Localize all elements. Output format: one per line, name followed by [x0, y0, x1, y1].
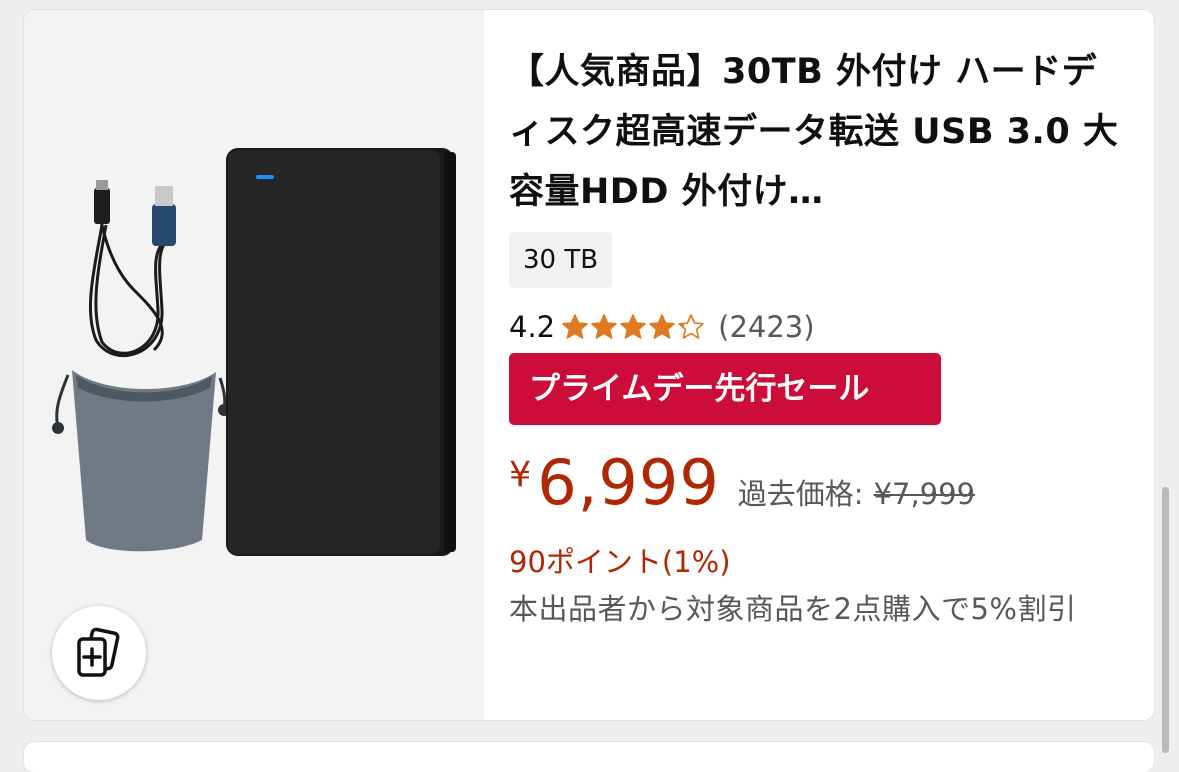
product-image-panel[interactable]: [24, 10, 484, 720]
star-rating: [561, 313, 706, 341]
product-card[interactable]: 【人気商品】30TB 外付け ハードディスク超高速データ転送 USB 3.0 大…: [24, 10, 1154, 720]
past-price-label: 過去価格:: [737, 477, 864, 511]
rating-value: 4.2: [509, 310, 556, 344]
variant-label: 30 TB: [509, 232, 613, 288]
star-icon: [562, 314, 588, 339]
promotion-text[interactable]: 本出品者から対象商品を2点購入で5%割引: [509, 586, 1139, 632]
add-to-compare-icon: [77, 627, 120, 677]
price-value: 6,999: [537, 446, 720, 519]
star-icon: [620, 314, 646, 339]
usb-a-plug: [152, 204, 176, 246]
review-count[interactable]: (2423): [718, 310, 814, 344]
add-to-compare-button[interactable]: [52, 606, 146, 700]
star-icon: [678, 314, 704, 339]
price-row: ¥ 6,999 過去価格: ¥7,999: [509, 446, 975, 536]
star-icon: [649, 314, 675, 339]
scrollbar[interactable]: [1162, 487, 1169, 753]
led-indicator: [256, 175, 274, 179]
star-icon: [591, 314, 617, 339]
rating-row[interactable]: 4.2 (2423): [509, 302, 815, 352]
micro-usb-plug: [94, 188, 110, 224]
next-product-card[interactable]: [24, 742, 1154, 772]
past-price: ¥7,999: [873, 477, 976, 511]
points-earned: 90ポイント(1%): [509, 545, 731, 579]
deal-badge: プライムデー先行セール: [509, 353, 941, 425]
product-title[interactable]: 【人気商品】30TB 外付け ハードディスク超高速データ転送 USB 3.0 大…: [509, 42, 1121, 222]
price-currency: ¥: [509, 455, 532, 495]
